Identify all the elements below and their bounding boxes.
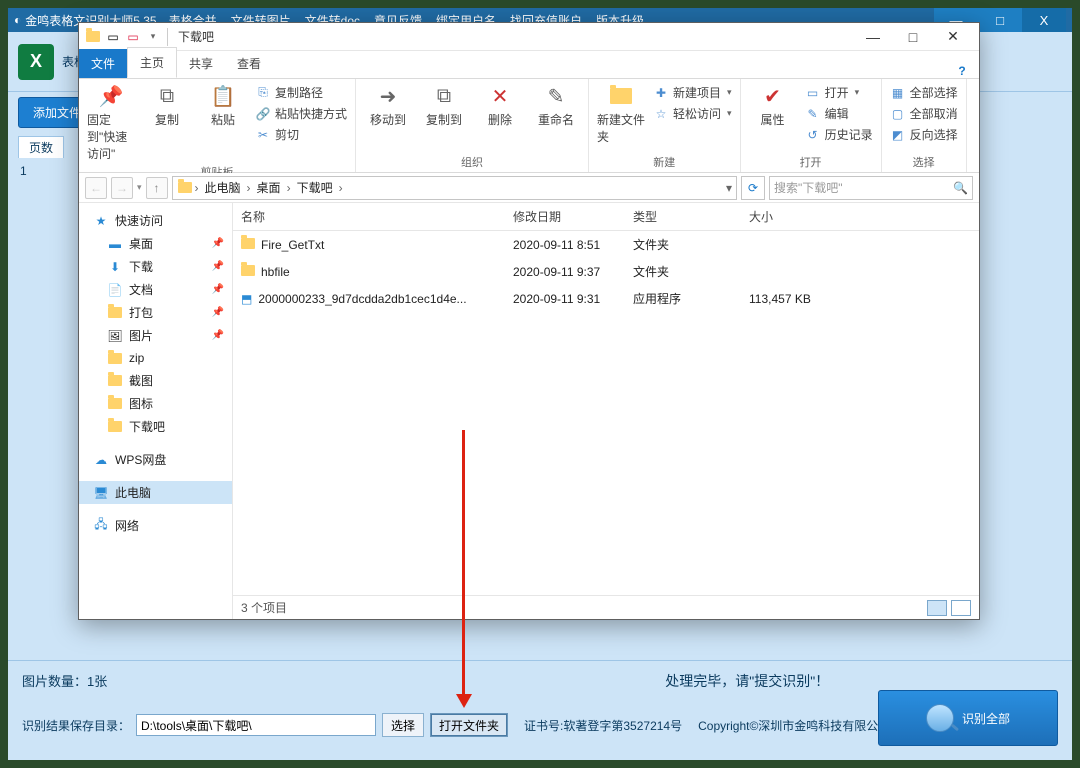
invert-selection[interactable]: ◩反向选择 <box>890 125 958 144</box>
pin-button[interactable]: 📌固定到"快速访问" <box>87 83 135 162</box>
nav-thispc[interactable]: 🖥此电脑 <box>79 481 232 504</box>
nav-desktop[interactable]: ▬桌面📌 <box>79 232 232 255</box>
group-open: 打开 <box>749 152 873 170</box>
choose-button[interactable]: 选择 <box>382 713 424 737</box>
copyright-text: Copyright©深圳市金鸣科技有限公司 <box>698 717 890 734</box>
edit[interactable]: ✎编辑 <box>805 104 873 123</box>
cut[interactable]: ✂剪切 <box>255 125 347 144</box>
nav-quick-access[interactable]: ★快速访问 <box>79 209 232 232</box>
tab-view[interactable]: 查看 <box>225 49 273 78</box>
dialog-minimize[interactable]: — <box>853 26 893 48</box>
app-maximize[interactable]: □ <box>978 8 1022 32</box>
image-count: 图片数量：1张 <box>22 671 436 691</box>
group-select: 选择 <box>890 152 958 170</box>
nav-jietu[interactable]: 截图 <box>79 369 232 392</box>
rename[interactable]: ✎重命名 <box>532 83 580 128</box>
app-icon: ◐ <box>14 13 21 27</box>
paste-shortcut[interactable]: 🔗粘贴快捷方式 <box>255 104 347 123</box>
dialog-maximize[interactable]: □ <box>893 26 933 48</box>
help-icon[interactable]: ? <box>951 64 973 78</box>
save-dir-label: 识别结果保存目录： <box>22 717 130 734</box>
new-item[interactable]: ✚新建项目▾ <box>653 83 732 102</box>
view-details-icon[interactable] <box>927 600 947 616</box>
excel-icon: X <box>18 44 54 80</box>
cert-text: 证书号:软著登字第3527214号 <box>524 717 682 734</box>
move-to[interactable]: ➜移动到 <box>364 83 412 128</box>
breadcrumb[interactable]: › 此电脑› 桌面› 下载吧› ▾ <box>172 176 737 200</box>
refresh-button[interactable]: ⟳ <box>741 176 765 200</box>
status-text: 3 个项目 <box>241 599 287 616</box>
qat-icon[interactable]: ▭ <box>105 29 121 45</box>
qat-icon2[interactable]: ▭ <box>125 29 141 45</box>
column-headers[interactable]: 名称 修改日期 类型 大小 <box>233 203 979 231</box>
dialog-title: 下载吧 <box>178 28 214 45</box>
magnifier-icon <box>926 704 954 732</box>
group-organize: 组织 <box>364 152 580 170</box>
nav-up[interactable]: ↑ <box>146 177 168 199</box>
list-item[interactable]: Fire_GetTxt2020-09-11 8:51文件夹 <box>233 231 979 258</box>
nav-tubiao[interactable]: 图标 <box>79 392 232 415</box>
nav-history-dd[interactable]: ▾ <box>137 182 142 193</box>
list-item[interactable]: hbfile2020-09-11 9:37文件夹 <box>233 258 979 285</box>
nav-dabao[interactable]: 打包📌 <box>79 301 232 324</box>
crumb-dropdown[interactable]: ▾ <box>726 181 732 195</box>
open-folder-button[interactable]: 打开文件夹 <box>430 713 508 737</box>
nav-forward[interactable]: → <box>111 177 133 199</box>
nav-downloads[interactable]: ⬇下载📌 <box>79 255 232 278</box>
nav-zip[interactable]: zip <box>79 347 232 369</box>
open[interactable]: ▭打开▾ <box>805 83 873 102</box>
nav-xiazaiba[interactable]: 下载吧 <box>79 415 232 438</box>
new-folder[interactable]: 新建文件夹 <box>597 83 645 145</box>
save-dir-input[interactable] <box>136 714 376 736</box>
pages-tab[interactable]: 页数 <box>18 136 64 158</box>
tab-home[interactable]: 主页 <box>127 47 177 78</box>
copy-button[interactable]: ⧉复制 <box>143 83 191 128</box>
nav-back[interactable]: ← <box>85 177 107 199</box>
search-input[interactable] <box>774 181 953 195</box>
qat-dropdown[interactable]: ▾ <box>145 29 161 45</box>
copy-to[interactable]: ⧉复制到 <box>420 83 468 128</box>
nav-tree: ★快速访问 ▬桌面📌 ⬇下载📌 📄文档📌 打包📌 🖼图片📌 zip 截图 图标 … <box>79 203 233 619</box>
select-all[interactable]: ▦全部选择 <box>890 83 958 102</box>
view-large-icon[interactable] <box>951 600 971 616</box>
group-new: 新建 <box>597 152 732 170</box>
history[interactable]: ↺历史记录 <box>805 125 873 144</box>
app-close[interactable]: X <box>1022 8 1066 32</box>
copy-path[interactable]: ⎘复制路径 <box>255 83 347 102</box>
easy-access[interactable]: ☆轻松访问▾ <box>653 104 732 123</box>
nav-wps[interactable]: ☁WPS网盘 <box>79 448 232 471</box>
nav-pictures[interactable]: 🖼图片📌 <box>79 324 232 347</box>
list-item[interactable]: ⬒2000000233_9d7dcdda2db1cec1d4e...2020-0… <box>233 285 979 312</box>
delete[interactable]: ✕删除 <box>476 83 524 128</box>
tab-file[interactable]: 文件 <box>79 49 127 78</box>
paste-button[interactable]: 📋粘贴 <box>199 83 247 128</box>
recognize-all-label: 识别全部 <box>962 710 1010 727</box>
dialog-close[interactable]: ✕ <box>933 26 973 48</box>
recognize-all-button[interactable]: 识别全部 <box>878 690 1058 746</box>
status-message: 处理完毕，请"提交识别"！ <box>436 671 1058 691</box>
tab-share[interactable]: 共享 <box>177 49 225 78</box>
select-none[interactable]: ▢全部取消 <box>890 104 958 123</box>
folder-icon <box>85 29 101 45</box>
search-icon[interactable]: 🔍 <box>953 181 968 195</box>
file-dialog: ▭ ▭ ▾ 下载吧 — □ ✕ 文件 主页 共享 查看 ? 📌固定到"快速访问"… <box>78 22 980 620</box>
properties[interactable]: ✔属性 <box>749 83 797 128</box>
nav-documents[interactable]: 📄文档📌 <box>79 278 232 301</box>
nav-network[interactable]: 🖧网络 <box>79 514 232 537</box>
